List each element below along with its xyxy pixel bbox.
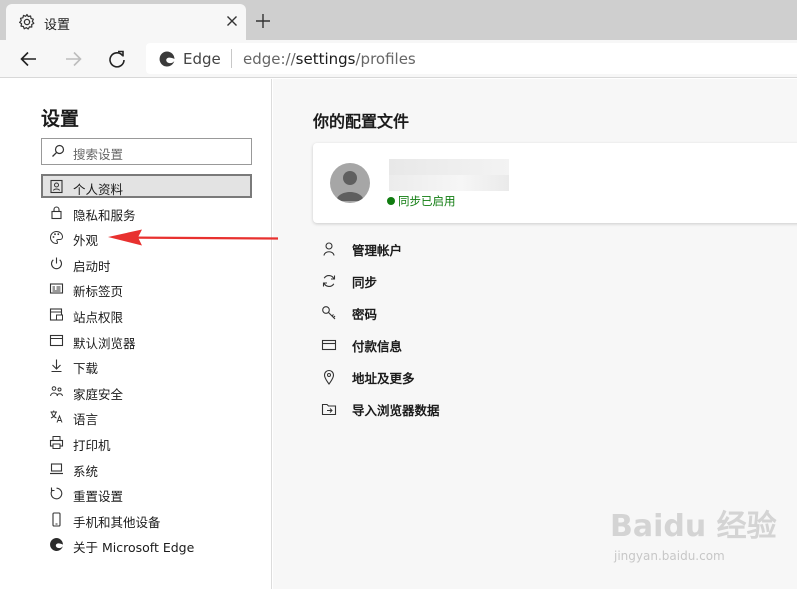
sidebar-item-label: 关于 Microsoft Edge xyxy=(73,540,195,556)
edge-icon xyxy=(159,51,175,67)
address-bar[interactable]: Edge edge://settings/profiles xyxy=(146,43,797,74)
page-title: 你的配置文件 xyxy=(313,112,410,131)
sidebar-item-label: 语言 xyxy=(73,412,99,428)
url-path: settings xyxy=(295,50,356,68)
sidebar-item-printers[interactable]: 打印机 xyxy=(41,430,252,456)
site-permissions-icon xyxy=(49,308,63,321)
lock-icon xyxy=(51,206,62,219)
sidebar-item-reset[interactable]: 重置设置 xyxy=(41,481,252,507)
sidebar-item-label: 系统 xyxy=(73,463,99,479)
sidebar-item-startup[interactable]: 启动时 xyxy=(41,251,252,277)
sync-status-text: 同步已启用 xyxy=(398,194,456,208)
menu-item-addresses[interactable]: 地址及更多 xyxy=(321,364,621,396)
profile-email-blurred xyxy=(389,175,509,191)
toolbar: Edge edge://settings/profiles xyxy=(0,40,797,78)
back-arrow-icon[interactable] xyxy=(18,48,40,70)
sidebar-item-label: 下载 xyxy=(73,361,99,377)
watermark-brand: Baidu 经验 xyxy=(610,509,777,544)
tab-settings[interactable]: 设置 xyxy=(6,4,246,40)
sidebar-item-about[interactable]: 关于 Microsoft Edge xyxy=(41,532,252,558)
laptop-icon xyxy=(50,462,63,474)
sidebar-item-label: 隐私和服务 xyxy=(73,207,136,223)
browser-window: 设置 Edge edge://settings/profiles 设置 搜索设置… xyxy=(0,0,797,589)
person-silhouette-icon xyxy=(336,171,364,201)
settings-sidebar: 设置 搜索设置 个人资料 隐私和服务 外观 启动时 新标签页 站点权限 默认浏览… xyxy=(0,79,272,589)
sync-status-dot xyxy=(387,197,395,205)
sidebar-item-label: 新标签页 xyxy=(73,284,124,300)
printer-icon xyxy=(49,435,64,449)
annotation-arrow-icon xyxy=(108,229,279,246)
card-icon xyxy=(321,339,337,351)
forward-arrow-icon[interactable] xyxy=(62,48,84,70)
language-icon xyxy=(50,410,63,424)
sidebar-item-label: 打印机 xyxy=(73,437,111,453)
baidu-watermark: Baidu 经验 jingyan.baidu.com xyxy=(610,501,777,571)
menu-item-payment-info[interactable]: 付款信息 xyxy=(321,332,621,364)
sidebar-item-label: 手机和其他设备 xyxy=(73,514,161,530)
menu-item-label: 密码 xyxy=(352,307,378,322)
power-icon xyxy=(51,257,62,269)
new-tab-icon xyxy=(49,283,64,294)
profile-name-blurred xyxy=(389,159,509,175)
sidebar-item-system[interactable]: 系统 xyxy=(41,456,252,482)
search-icon xyxy=(52,144,65,157)
sidebar-item-label: 家庭安全 xyxy=(73,386,124,402)
search-placeholder: 搜索设置 xyxy=(73,147,124,162)
download-icon xyxy=(51,359,62,373)
menu-item-label: 导入浏览器数据 xyxy=(352,403,440,418)
sidebar-item-languages[interactable]: 语言 xyxy=(41,404,252,430)
watermark-url: jingyan.baidu.com xyxy=(614,549,725,563)
sidebar-item-downloads[interactable]: 下载 xyxy=(41,353,252,379)
sidebar-item-label: 站点权限 xyxy=(73,309,124,325)
family-icon xyxy=(50,385,63,396)
profile-icon xyxy=(50,179,63,194)
new-tab-plus-icon[interactable] xyxy=(254,12,272,30)
reset-icon xyxy=(50,487,63,500)
gear-icon xyxy=(19,13,35,30)
person-icon xyxy=(323,242,335,256)
menu-item-passwords[interactable]: 密码 xyxy=(321,300,621,332)
sidebar-item-label: 启动时 xyxy=(73,258,111,274)
sidebar-item-label: 外观 xyxy=(73,233,99,249)
avatar[interactable] xyxy=(330,163,370,203)
browser-icon xyxy=(49,334,64,346)
sidebar-item-new-tab[interactable]: 新标签页 xyxy=(41,276,252,302)
sidebar-item-site-permissions[interactable]: 站点权限 xyxy=(41,302,252,328)
edge-icon xyxy=(50,538,63,552)
palette-icon xyxy=(50,231,64,245)
location-icon xyxy=(323,369,335,385)
address-divider xyxy=(231,49,232,68)
phone-icon xyxy=(52,512,61,527)
sidebar-item-privacy[interactable]: 隐私和服务 xyxy=(41,200,252,226)
sync-icon xyxy=(322,275,336,287)
sidebar-item-phone-devices[interactable]: 手机和其他设备 xyxy=(41,507,252,533)
sidebar-item-label: 个人资料 xyxy=(73,182,124,197)
sidebar-item-label: 重置设置 xyxy=(73,489,124,505)
sidebar-item-family-safety[interactable]: 家庭安全 xyxy=(41,379,252,405)
key-icon xyxy=(322,306,336,320)
sidebar-item-profiles[interactable]: 个人资料 xyxy=(41,174,252,198)
sidebar-item-default-browser[interactable]: 默认浏览器 xyxy=(41,328,252,354)
tab-title: 设置 xyxy=(44,18,71,33)
profile-card: 同步已启用 xyxy=(313,143,797,223)
sidebar-item-label: 默认浏览器 xyxy=(73,335,136,351)
tab-strip: 设置 xyxy=(0,0,797,40)
sidebar-heading: 设置 xyxy=(41,108,80,130)
url-text[interactable]: edge://settings/profiles xyxy=(243,50,416,68)
menu-item-label: 管理帐户 xyxy=(352,243,403,258)
menu-item-label: 付款信息 xyxy=(352,339,403,354)
menu-item-manage-account[interactable]: 管理帐户 xyxy=(321,236,621,268)
search-input[interactable]: 搜索设置 xyxy=(41,138,252,165)
import-icon xyxy=(321,403,337,416)
menu-item-import-data[interactable]: 导入浏览器数据 xyxy=(321,396,621,428)
url-prefix: edge:// xyxy=(243,50,296,68)
refresh-icon[interactable] xyxy=(106,48,128,70)
site-identity-label: Edge xyxy=(183,50,221,68)
menu-item-sync[interactable]: 同步 xyxy=(321,268,621,300)
menu-item-label: 同步 xyxy=(352,275,378,290)
url-suffix: /profiles xyxy=(355,50,416,68)
close-icon[interactable] xyxy=(224,13,240,29)
profile-menu: 管理帐户 同步 密码 付款信息 地址及更多 导入浏览器数据 xyxy=(321,236,621,428)
menu-item-label: 地址及更多 xyxy=(352,371,415,386)
